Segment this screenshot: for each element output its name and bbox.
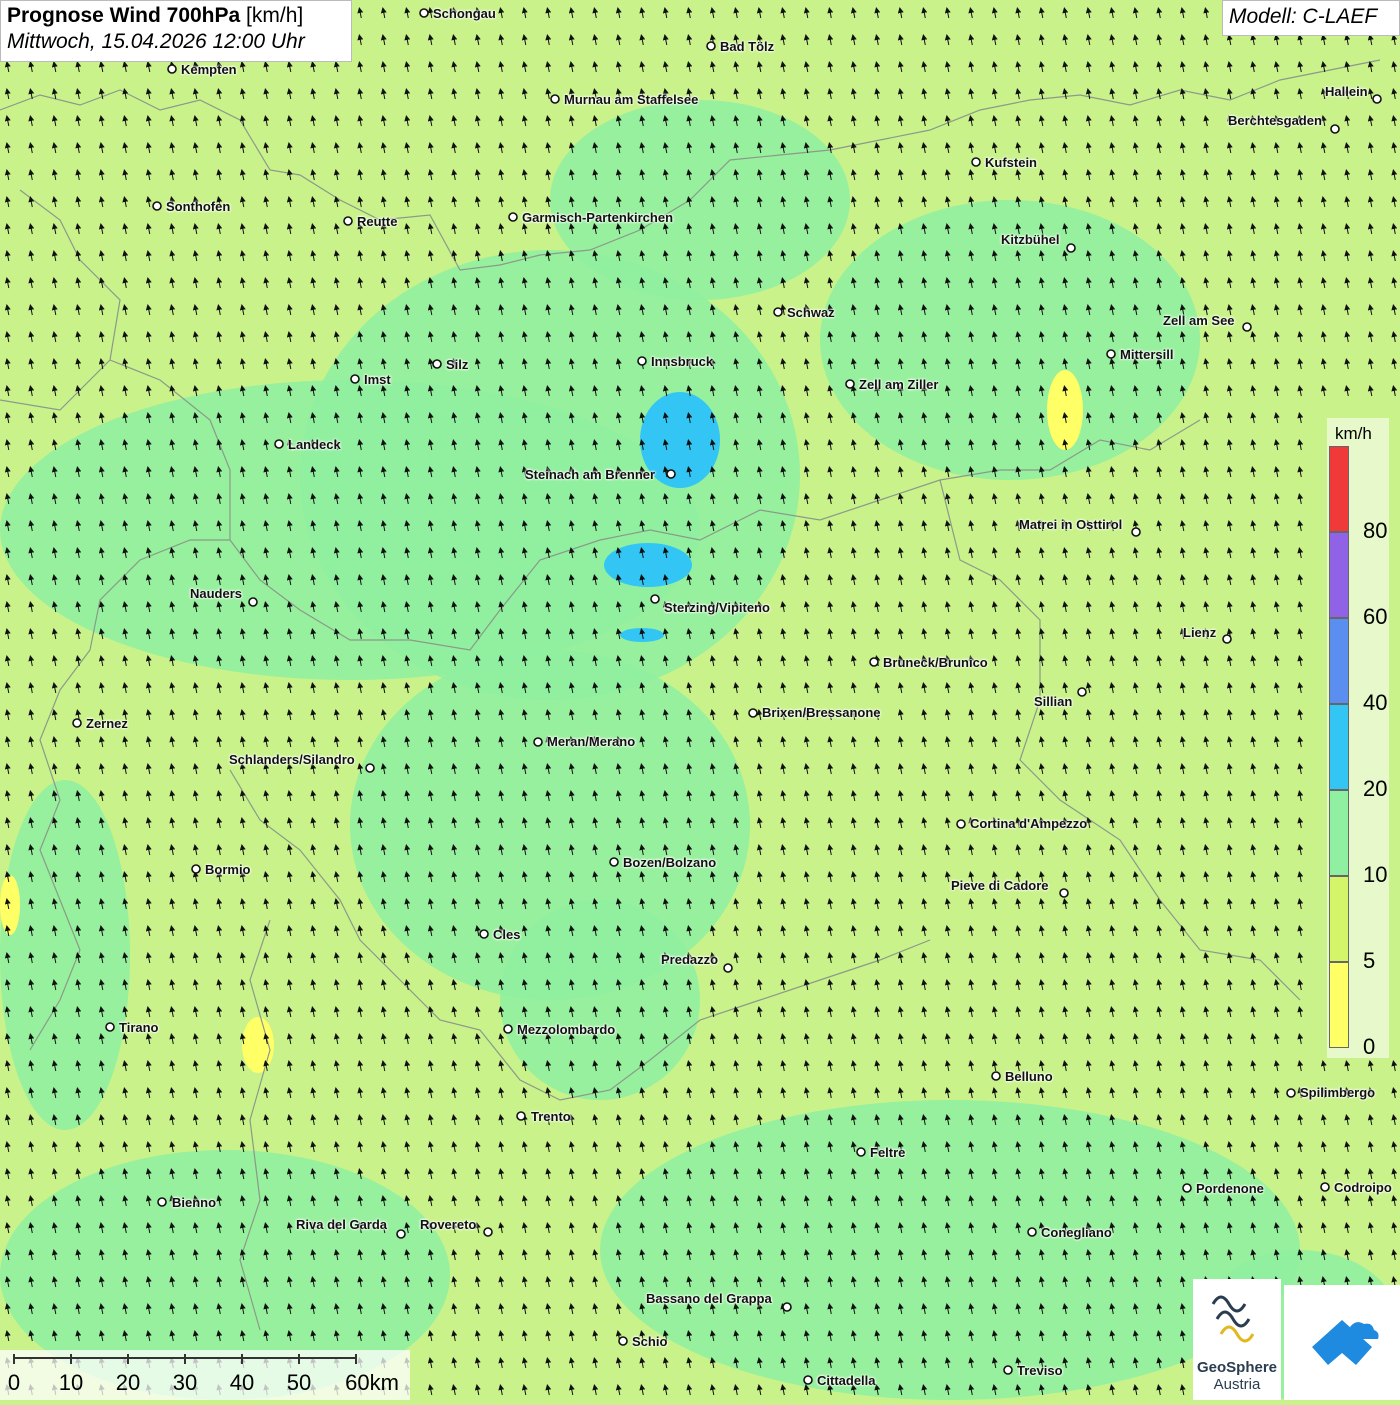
wind-area-7 [500,900,700,1100]
legend-swatch [1329,618,1349,704]
legend-label: 60 [1363,604,1388,629]
title-unit: [km/h] [246,4,304,27]
legend-label: 20 [1363,776,1388,801]
city-mittersill: Mittersill [1120,347,1174,362]
city-schio: Schio [632,1334,668,1349]
city-cortina: Cortina d'Ampezzo [970,816,1088,831]
city-cles: Cles [493,927,521,942]
city-murnau: Murnau am Staffelsee [564,92,699,107]
scale-tick-label: 60km [345,1370,399,1395]
city-zell-am-see: Zell am See [1163,313,1235,328]
geosphere-logo-icon [1211,1295,1255,1343]
geosphere-sub: Austria [1213,1376,1261,1393]
city-spilimbergo: Spilimbergo [1300,1085,1376,1100]
wind-area-calm-1 [242,1017,274,1073]
scale-tick-label: 30 [172,1370,198,1395]
city-bormio: Bormio [205,862,251,877]
city-nauders: Nauders [190,586,243,601]
scale-tick-label: 0 [7,1370,21,1395]
city-imst: Imst [364,372,391,387]
city-bruneck: Bruneck/Brunico [883,655,988,670]
city-reutte: Reutte [357,214,398,229]
city-cittadella: Cittadella [817,1373,876,1388]
city-trento: Trento [531,1109,571,1124]
legend-unit: km/h [1335,424,1372,443]
city-schongau: Schongau [433,6,496,21]
city-matrei: Matrei in Osttirol [1019,517,1123,532]
city-tirano: Tirano [119,1020,159,1035]
city-mezzolombardo: Mezzolombardo [517,1022,616,1037]
scale-bar: 0 10 20 30 40 50 60km [0,1350,410,1400]
city-bienno: Bienno [172,1195,217,1210]
city-predazzo: Predazzo [661,952,719,967]
city-kufstein: Kufstein [985,155,1037,170]
city-belluno: Belluno [1005,1069,1053,1084]
city-garmisch: Garmisch-Partenkirchen [522,210,674,225]
wind-area-calm-2 [0,875,20,935]
legend-label: 5 [1363,948,1376,973]
legend-label: 40 [1363,690,1388,715]
app-logo [1284,1285,1400,1400]
city-zernez: Zernez [86,716,128,731]
city-riva-del-garda: Riva del Garda [296,1217,388,1232]
scale-tick-label: 10 [58,1370,84,1395]
city-treviso: Treviso [1017,1363,1063,1378]
scale-tick-label: 50 [286,1370,312,1395]
city-sillian: Sillian [1034,694,1073,709]
legend-swatch [1329,876,1349,962]
legend-label: 0 [1363,1034,1376,1059]
color-legend: km/h 0 5 10 20 40 60 80 [1327,418,1389,1059]
city-berchtesgaden: Berchtesgaden [1228,113,1322,128]
city-sterzing: Sterzing/Vipiteno [664,600,770,615]
title-box: Prognose Wind 700hPa [km/h] Mittwoch, 15… [0,0,352,62]
legend-label: 80 [1363,518,1388,543]
city-schwaz: Schwaz [787,305,835,320]
city-pieve-di-cadore: Pieve di Cadore [951,878,1049,893]
mountain-cloud-logo-icon [1312,1320,1379,1365]
legend-swatch [1329,704,1349,790]
wind-area-20kmh-1 [604,543,692,587]
city-steinach: Steinach am Brenner [525,467,656,482]
city-lienz: Lienz [1183,625,1217,640]
forecast-datetime: Mittwoch, 15.04.2026 12:00 Uhr [7,30,305,53]
geosphere-name: GeoSphere [1196,1359,1278,1376]
scale-tick-label: 40 [229,1370,255,1395]
scale-tick-label: 20 [115,1370,141,1395]
city-pordenone: Pordenone [1196,1181,1264,1196]
city-codroipo: Codroipo [1334,1180,1392,1195]
model-label: Modell: C-LAEF [1222,0,1400,36]
legend-swatch [1329,790,1349,876]
geosphere-logo: GeoSphere Austria [1193,1279,1281,1400]
city-sonthofen: Sonthofen [166,199,231,214]
legend-swatch [1329,532,1349,618]
legend-label: 10 [1363,862,1388,887]
legend-swatch [1329,962,1349,1048]
city-brixen: Brixen/Bressanone [762,705,881,720]
city-silz: Silz [446,357,469,372]
wind-area-9 [0,780,130,1130]
city-feltre: Feltre [870,1145,906,1160]
city-schlanders: Schlanders/Silandro [229,752,355,767]
city-bad-toelz: Bad Tölz [720,39,775,54]
map-title: Prognose Wind 700hPa [km/h] [7,4,345,28]
city-kitzbuehel: Kitzbühel [1001,232,1060,247]
legend-swatch [1329,446,1349,532]
city-kempten: Kempten [181,62,237,77]
title-bold: Prognose Wind 700hPa [7,4,241,27]
wind-area-calm-0 [1047,370,1083,450]
city-bassano: Bassano del Grappa [646,1291,772,1306]
city-landeck: Landeck [288,437,341,452]
city-conegliano: Conegliano [1041,1225,1112,1240]
city-innsbruck: Innsbruck [651,354,714,369]
city-zell-am-ziller: Zell am Ziller [859,377,939,392]
city-rovereto: Rovereto [420,1217,477,1232]
city-bozen: Bozen/Bolzano [623,855,717,870]
city-hallein: Hallein [1325,84,1368,99]
city-meran: Meran/Merano [547,734,636,749]
